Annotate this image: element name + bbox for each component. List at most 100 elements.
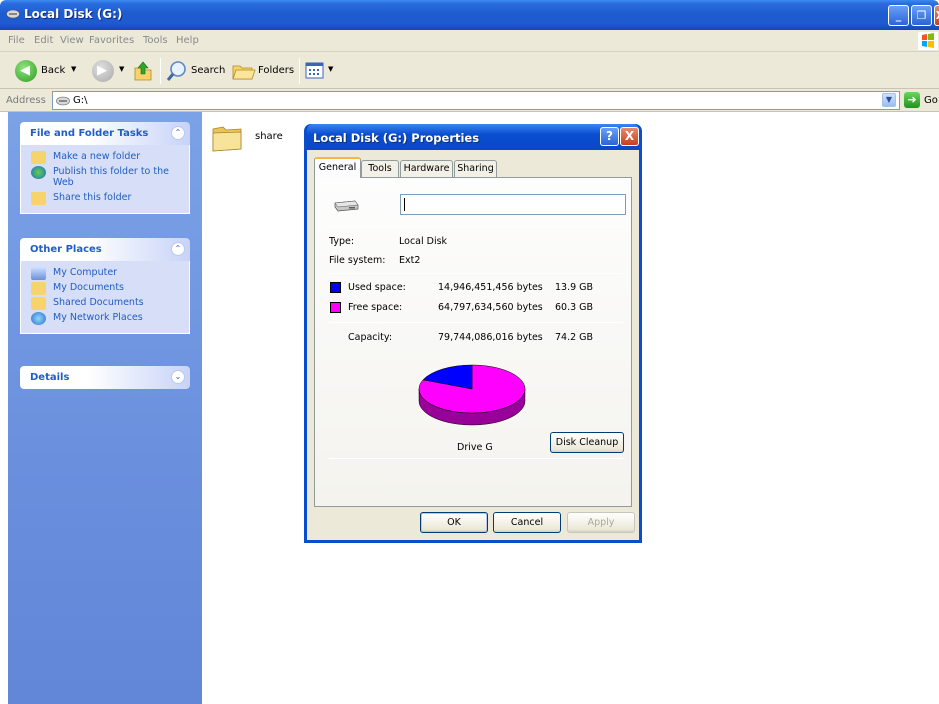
task-label: Publish this folder to the Web bbox=[53, 166, 169, 188]
back-label[interactable]: Back bbox=[41, 65, 65, 76]
menu-edit[interactable]: Edit bbox=[34, 35, 53, 46]
help-button[interactable]: ? bbox=[600, 127, 619, 146]
close-window-button[interactable]: X bbox=[934, 5, 939, 26]
back-button[interactable]: ◀ bbox=[15, 60, 37, 82]
task-share-folder[interactable]: Share this folder bbox=[31, 192, 185, 205]
panel-title: Other Places bbox=[30, 244, 102, 255]
views-dropdown-icon[interactable]: ▼ bbox=[328, 65, 333, 73]
views-icon[interactable] bbox=[305, 61, 325, 81]
place-label: My Documents bbox=[53, 282, 125, 293]
divider bbox=[329, 226, 623, 227]
folder-icon[interactable] bbox=[211, 121, 243, 153]
task-make-new-folder[interactable]: Make a new folder bbox=[31, 151, 185, 164]
text-caret bbox=[404, 198, 405, 211]
menu-tools[interactable]: Tools bbox=[143, 35, 168, 46]
task-pane: File and Folder Tasks ⌃ Make a new folde… bbox=[8, 112, 202, 704]
folder-name[interactable]: share bbox=[255, 131, 283, 142]
back-dropdown-icon[interactable]: ▼ bbox=[71, 65, 76, 73]
new-folder-icon bbox=[31, 151, 46, 164]
dialog-body: General Tools Hardware Sharing Type: Loc… bbox=[307, 150, 639, 540]
place-my-documents[interactable]: My Documents bbox=[31, 282, 185, 295]
menu-view[interactable]: View bbox=[60, 35, 84, 46]
divider bbox=[329, 458, 623, 459]
used-space-label: Used space: bbox=[348, 282, 406, 293]
apply-button[interactable]: Apply bbox=[567, 512, 635, 533]
network-icon bbox=[31, 312, 46, 325]
address-dropdown-icon[interactable]: ▼ bbox=[882, 93, 896, 107]
type-value: Local Disk bbox=[399, 236, 448, 247]
address-value: G:\ bbox=[73, 95, 88, 106]
go-button[interactable]: Go bbox=[924, 95, 938, 106]
minimize-button[interactable]: _ bbox=[888, 5, 909, 26]
panel-body: Make a new folder Publish this folder to… bbox=[20, 145, 190, 214]
search-icon[interactable] bbox=[166, 60, 188, 82]
general-tab-page: Type: Local Disk File system: Ext2 Used … bbox=[314, 177, 632, 507]
share-folder-icon bbox=[31, 192, 46, 205]
shared-folder-icon bbox=[31, 297, 46, 310]
computer-icon bbox=[31, 267, 46, 280]
drive-label: Drive G bbox=[457, 442, 493, 453]
hard-drive-icon bbox=[334, 200, 359, 212]
file-system-value: Ext2 bbox=[399, 255, 421, 266]
panel-title: File and Folder Tasks bbox=[30, 128, 149, 139]
disk-cleanup-button[interactable]: Disk Cleanup bbox=[550, 432, 624, 453]
arrow-left-icon: ◀ bbox=[20, 63, 30, 78]
collapse-chevron-icon[interactable]: ⌃ bbox=[171, 242, 185, 256]
up-folder-icon[interactable] bbox=[133, 60, 153, 82]
tab-sharing[interactable]: Sharing bbox=[454, 160, 497, 177]
menu-bar: File Edit View Favorites Tools Help bbox=[0, 30, 939, 52]
documents-folder-icon bbox=[31, 282, 46, 295]
volume-label-input[interactable] bbox=[400, 194, 626, 215]
used-space-gb: 13.9 GB bbox=[555, 282, 594, 293]
toolbar-separator bbox=[299, 58, 300, 84]
menu-favorites[interactable]: Favorites bbox=[89, 35, 134, 46]
toolbar: ◀ Back ▼ ▶ ▼ Search Folders ▼ bbox=[0, 52, 939, 89]
capacity-label: Capacity: bbox=[348, 332, 393, 343]
folders-icon[interactable] bbox=[232, 60, 256, 82]
place-shared-documents[interactable]: Shared Documents bbox=[31, 297, 185, 310]
address-input[interactable]: G:\ bbox=[52, 91, 900, 110]
divider bbox=[329, 322, 623, 323]
menu-help[interactable]: Help bbox=[176, 35, 199, 46]
collapse-chevron-icon[interactable]: ⌃ bbox=[171, 126, 185, 140]
panel-title: Details bbox=[30, 372, 70, 383]
disk-usage-pie-chart bbox=[418, 364, 526, 426]
forward-dropdown-icon[interactable]: ▼ bbox=[119, 65, 124, 73]
tab-general[interactable]: General bbox=[314, 157, 361, 178]
search-button[interactable]: Search bbox=[191, 65, 225, 76]
maximize-button[interactable]: ❐ bbox=[911, 5, 932, 26]
file-system-label: File system: bbox=[329, 255, 386, 266]
details-panel: Details ⌄ bbox=[20, 366, 190, 389]
used-space-swatch bbox=[330, 282, 341, 293]
windows-flag-icon bbox=[918, 32, 938, 50]
dialog-close-button[interactable]: X bbox=[620, 127, 639, 146]
free-space-swatch bbox=[330, 302, 341, 313]
tab-hardware[interactable]: Hardware bbox=[400, 160, 453, 177]
details-header[interactable]: Details ⌄ bbox=[20, 366, 190, 389]
tab-tools[interactable]: Tools bbox=[361, 160, 399, 177]
dialog-title: Local Disk (G:) Properties bbox=[313, 131, 480, 145]
menu-file[interactable]: File bbox=[8, 35, 25, 46]
free-space-label: Free space: bbox=[348, 302, 403, 313]
address-bar: Address G:\ ▼ ➜ Go bbox=[0, 89, 939, 112]
dialog-title-bar[interactable]: Local Disk (G:) Properties ? X bbox=[307, 124, 639, 150]
ok-button[interactable]: OK bbox=[420, 512, 488, 533]
task-publish-folder[interactable]: Publish this folder to the Web bbox=[31, 166, 185, 188]
place-my-computer[interactable]: My Computer bbox=[31, 267, 185, 280]
globe-icon bbox=[31, 166, 46, 179]
expand-chevron-icon[interactable]: ⌄ bbox=[171, 370, 185, 384]
arrow-right-icon: ▶ bbox=[97, 63, 107, 78]
folders-button[interactable]: Folders bbox=[258, 65, 294, 76]
forward-button[interactable]: ▶ bbox=[92, 60, 114, 82]
free-space-bytes: 64,797,634,560 bytes bbox=[438, 302, 543, 313]
cancel-button[interactable]: Cancel bbox=[493, 512, 561, 533]
type-label: Type: bbox=[329, 236, 355, 247]
place-my-network-places[interactable]: My Network Places bbox=[31, 312, 185, 325]
file-folder-tasks-panel: File and Folder Tasks ⌃ Make a new folde… bbox=[20, 122, 190, 214]
other-places-header[interactable]: Other Places ⌃ bbox=[20, 238, 190, 261]
go-arrow-icon[interactable]: ➜ bbox=[904, 92, 920, 108]
toolbar-separator bbox=[160, 58, 161, 84]
place-label: My Computer bbox=[53, 267, 118, 278]
file-folder-tasks-header[interactable]: File and Folder Tasks ⌃ bbox=[20, 122, 190, 145]
window-title-bar[interactable]: Local Disk (G:) _ ❐ X bbox=[0, 0, 939, 30]
